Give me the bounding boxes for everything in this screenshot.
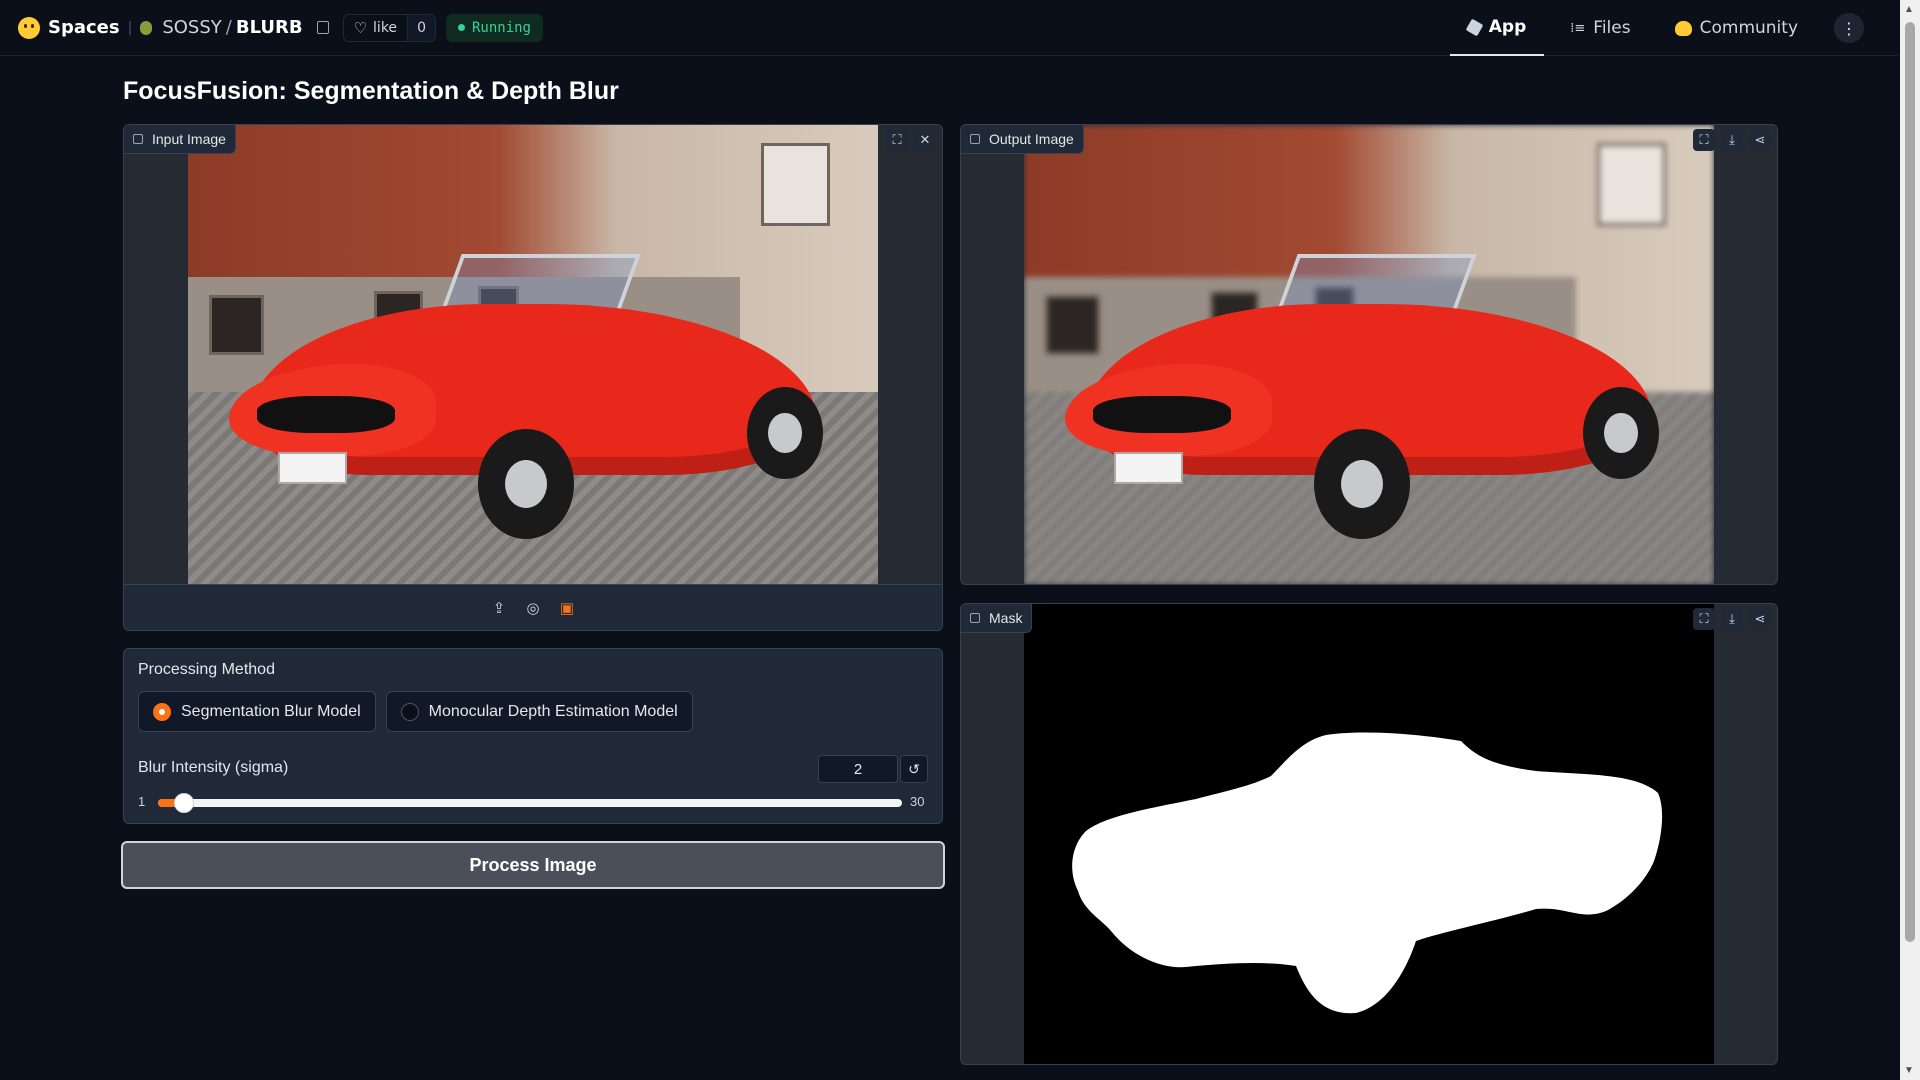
image-icon (970, 613, 980, 623)
share-icon[interactable]: ⋖ (1749, 129, 1771, 151)
cube-icon (1465, 18, 1484, 36)
radio-depth-label: Monocular Depth Estimation Model (428, 702, 678, 720)
status-text: Running (471, 19, 531, 36)
radio-unchecked-icon (400, 702, 419, 721)
mask-image (1024, 604, 1714, 1064)
scroll-up-arrow-icon[interactable]: ▲ (1904, 4, 1914, 15)
car-grille (1093, 396, 1231, 434)
nav-app-label: App (1488, 17, 1527, 37)
input-image-tools: ⛶ ✕ (886, 129, 936, 151)
rear-wheel (746, 387, 823, 480)
license-plate (1113, 451, 1183, 484)
fullscreen-icon[interactable]: ⛶ (886, 129, 908, 151)
window (760, 143, 830, 227)
output-image-canvas (961, 125, 1777, 584)
status-badge[interactable]: Running (445, 13, 543, 42)
heart-icon: ♡ (353, 18, 368, 37)
blur-intensity-slider[interactable] (158, 793, 902, 813)
webcam-icon[interactable]: ◎ (523, 598, 543, 618)
window (1596, 143, 1666, 227)
car-grille (257, 396, 395, 434)
image-icon (133, 134, 143, 144)
input-image-panel: Input Image ⛶ ✕ ⇪ ◎ ▣ (123, 124, 943, 631)
output-image-label-text: Output Image (989, 131, 1074, 147)
like-button[interactable]: ♡ like (344, 15, 407, 41)
like-label: like (373, 19, 398, 36)
rear-wheel (1582, 387, 1659, 480)
page-title: FocusFusion: Segmentation & Depth Blur (123, 77, 619, 105)
radio-checked-icon (153, 702, 171, 721)
mask-label: Mask (961, 604, 1033, 633)
process-image-button[interactable]: Process Image (121, 841, 945, 889)
nav-files[interactable]: ⁞≡ Files (1552, 0, 1648, 56)
nav-app[interactable]: App (1449, 0, 1545, 56)
brand-name: Spaces (48, 17, 120, 38)
repo-slash: / (225, 17, 232, 38)
mask-label-text: Mask (989, 610, 1023, 626)
slider-thumb[interactable] (174, 793, 194, 813)
page-scrollbar[interactable]: ▲ ▼ (1900, 0, 1920, 1080)
owner-avatar-icon (140, 20, 153, 35)
download-icon[interactable]: ⤓ (1721, 608, 1743, 630)
output-image-tools: ⛶ ⤓ ⋖ (1693, 129, 1771, 151)
copy-icon[interactable] (316, 21, 329, 34)
clear-image-icon[interactable]: ✕ (914, 129, 936, 151)
controls-panel: Processing Method Segmentation Blur Mode… (123, 648, 943, 824)
top-bar: Spaces | SOSSY / BLURB ♡ like 0 Running … (0, 0, 1898, 56)
blur-intensity-input[interactable]: 2 (818, 755, 898, 783)
mask-panel: Mask ⛶ ⤓ ⋖ (960, 603, 1778, 1065)
image-icon (970, 134, 980, 144)
separator: | (127, 19, 133, 36)
like-control: ♡ like 0 (342, 13, 436, 42)
window (208, 295, 264, 355)
license-plate (277, 451, 347, 484)
status-dot-icon (457, 24, 465, 31)
car-silhouette-mask (1072, 732, 1663, 1014)
clipboard-icon[interactable]: ▣ (557, 598, 577, 618)
slider-max-value: 30 (910, 794, 925, 809)
hugging-face-logo-icon (18, 16, 40, 39)
fullscreen-icon[interactable]: ⛶ (1693, 129, 1715, 151)
mask-canvas (961, 604, 1777, 1064)
scroll-thumb[interactable] (1905, 22, 1915, 942)
more-options-icon[interactable]: ⋮ (1834, 13, 1864, 43)
like-count[interactable]: 0 (407, 14, 435, 41)
processing-method-radio-group: Segmentation Blur Model Monocular Depth … (138, 691, 693, 732)
radio-segmentation-label: Segmentation Blur Model (181, 702, 361, 720)
nav-files-label: Files (1593, 18, 1631, 38)
radio-depth-estimation[interactable]: Monocular Depth Estimation Model (385, 691, 693, 732)
share-icon[interactable]: ⋖ (1749, 608, 1771, 630)
radio-segmentation-blur[interactable]: Segmentation Blur Model (138, 691, 376, 732)
download-icon[interactable]: ⤓ (1721, 129, 1743, 151)
input-car-photo (188, 125, 878, 585)
repo-owner-link[interactable]: SOSSY (162, 17, 221, 38)
slider-min-value: 1 (138, 794, 146, 809)
input-image-canvas[interactable] (124, 125, 942, 585)
input-image-label-text: Input Image (152, 131, 226, 147)
reset-icon[interactable]: ↺ (900, 755, 928, 783)
spaces-brand[interactable]: Spaces (18, 16, 120, 39)
processing-method-label: Processing Method (138, 661, 275, 678)
community-icon (1674, 20, 1692, 36)
mask-tools: ⛶ ⤓ ⋖ (1693, 608, 1771, 630)
space-nav: App ⁞≡ Files Community ⋮ (1449, 0, 1864, 56)
output-image-label: Output Image (961, 125, 1084, 154)
repo-breadcrumb: SOSSY / BLURB (140, 17, 329, 38)
scroll-down-arrow-icon[interactable]: ▼ (1904, 1065, 1914, 1076)
front-wheel (1313, 428, 1411, 539)
window (1044, 295, 1100, 355)
output-car-photo (1024, 125, 1714, 584)
repo-name-link[interactable]: BLURB (236, 17, 303, 38)
front-wheel (477, 428, 575, 539)
image-source-bar: ⇪ ◎ ▣ (124, 584, 942, 630)
nav-community-label: Community (1699, 18, 1798, 38)
blur-intensity-label: Blur Intensity (sigma) (138, 759, 289, 776)
input-image-label: Input Image (124, 125, 236, 154)
output-image-panel: Output Image ⛶ ⤓ ⋖ (960, 124, 1778, 585)
upload-icon[interactable]: ⇪ (489, 598, 509, 618)
nav-community[interactable]: Community (1657, 0, 1816, 56)
fullscreen-icon[interactable]: ⛶ (1693, 608, 1715, 630)
gradio-app: FocusFusion: Segmentation & Depth Blur I… (0, 57, 1898, 1080)
files-icon: ⁞≡ (1570, 20, 1586, 36)
